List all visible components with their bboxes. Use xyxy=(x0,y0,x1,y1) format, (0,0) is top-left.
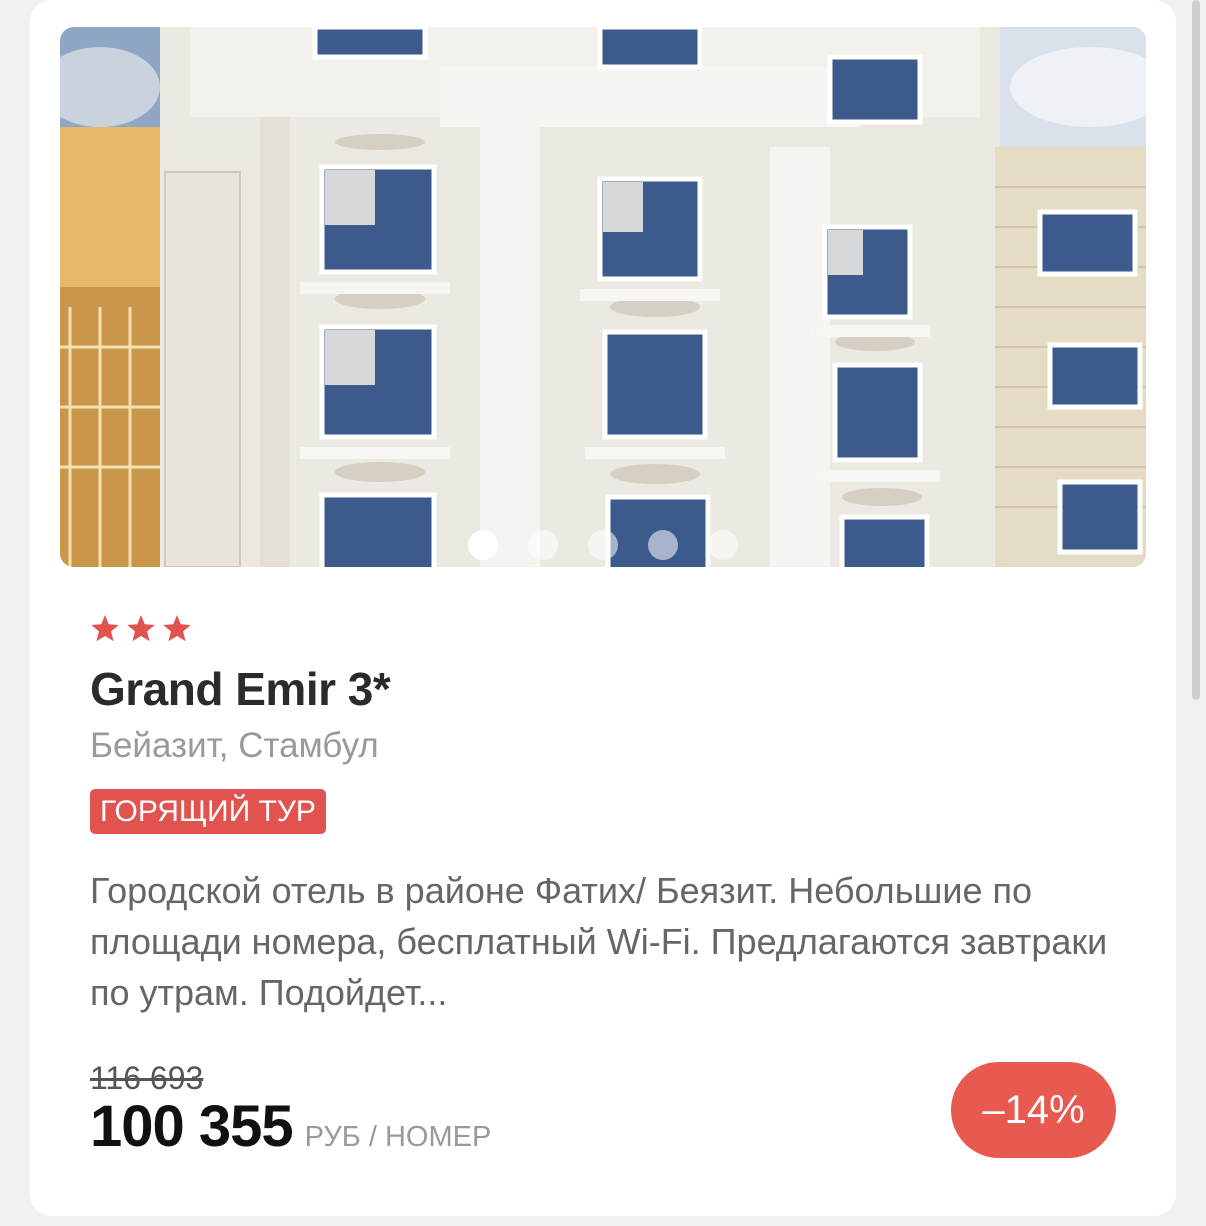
hotel-photo xyxy=(60,27,1146,567)
hotel-photo-carousel[interactable] xyxy=(60,27,1146,567)
current-price: 100 355 xyxy=(90,1094,294,1159)
hotel-location: Бейазит, Стамбул xyxy=(90,726,379,765)
hotel-name[interactable]: Grand Emir 3* xyxy=(90,662,391,716)
star-icon xyxy=(162,615,192,643)
carousel-dot[interactable] xyxy=(648,530,678,560)
star-rating xyxy=(90,615,192,643)
carousel-dot[interactable] xyxy=(468,530,498,560)
carousel-dot[interactable] xyxy=(528,530,558,560)
star-icon xyxy=(126,615,156,643)
price-unit: РУБ / НОМЕР xyxy=(304,1121,492,1153)
carousel-dot[interactable] xyxy=(708,530,738,560)
carousel-dots xyxy=(60,530,1146,560)
hotel-card[interactable]: Grand Emir 3* Бейазит, Стамбул ГОРЯЩИЙ Т… xyxy=(30,0,1176,1216)
star-icon xyxy=(90,615,120,643)
old-price: 116 693 xyxy=(90,1060,204,1096)
hotel-description: Городской отель в районе Фатих/ Беязит. … xyxy=(90,870,1108,1013)
discount-badge: –14% xyxy=(951,1062,1116,1158)
page-scrollbar[interactable] xyxy=(1192,0,1200,700)
carousel-dot[interactable] xyxy=(588,530,618,560)
price-row: 100 355 РУБ / НОМЕР xyxy=(90,1093,491,1160)
hot-tour-badge: ГОРЯЩИЙ ТУР xyxy=(90,789,326,834)
